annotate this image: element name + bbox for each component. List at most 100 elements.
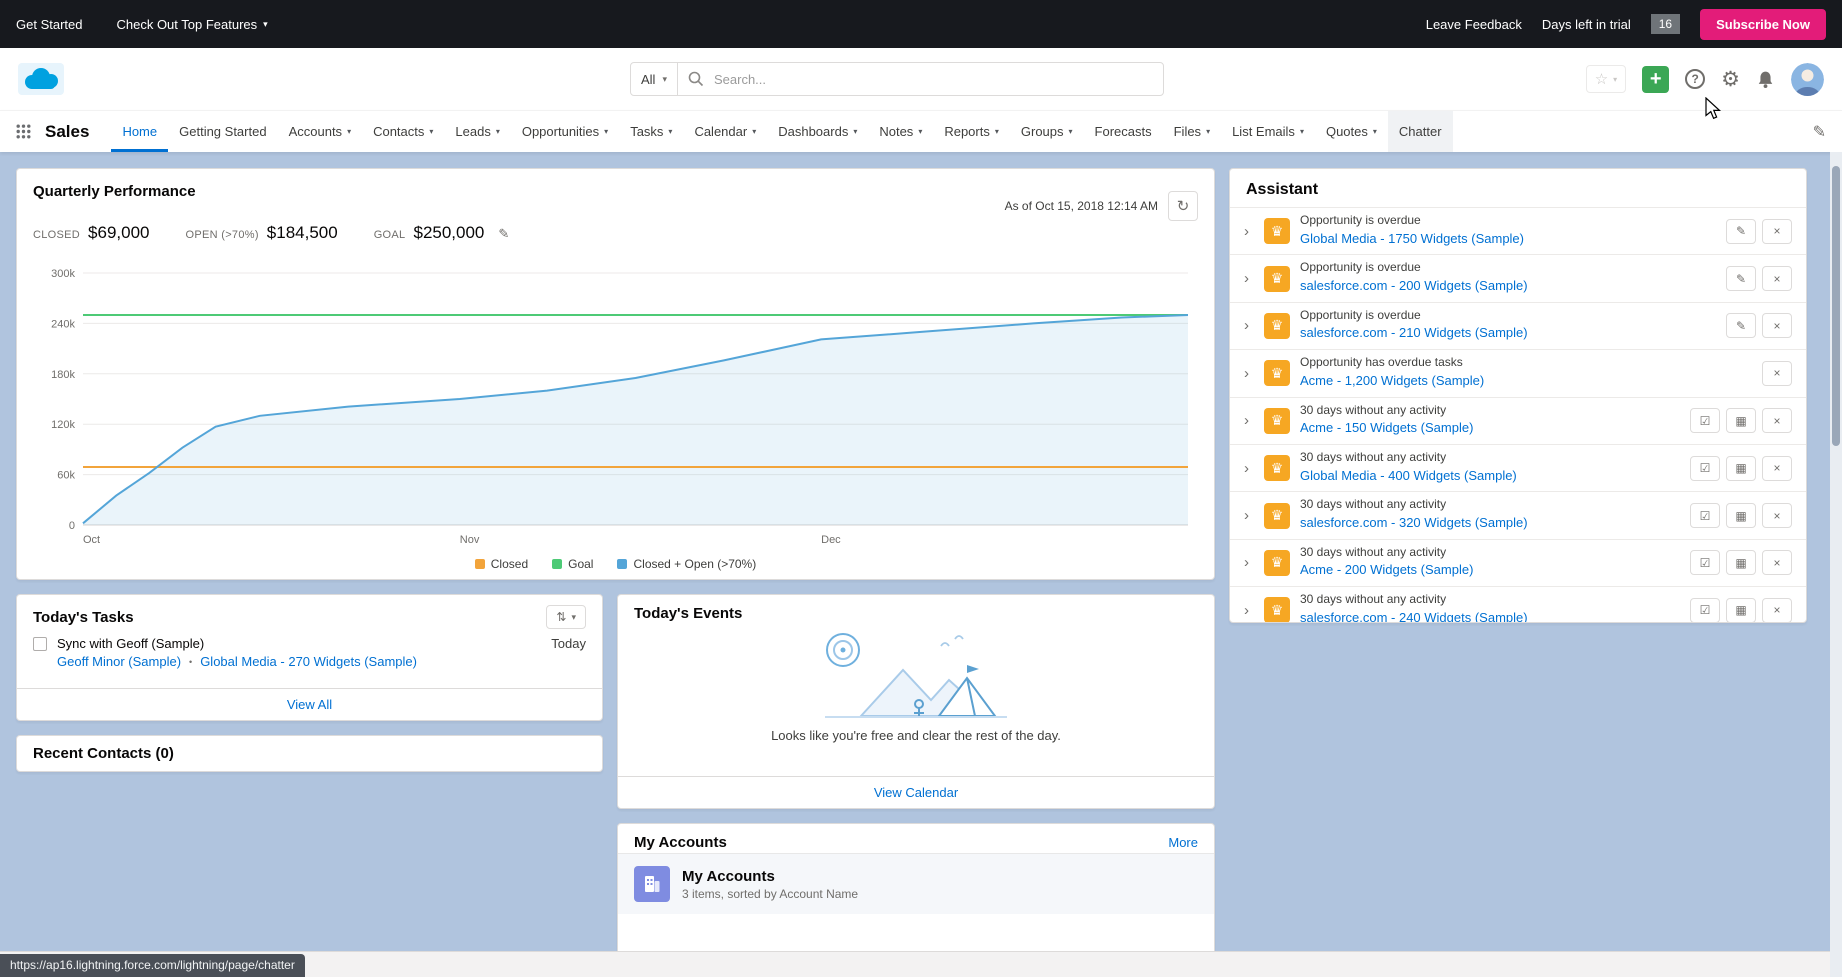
chevron-down-icon[interactable]: ▾ xyxy=(1069,127,1073,136)
edit-goal-icon[interactable]: ✎ xyxy=(498,226,509,242)
chevron-right-icon[interactable]: › xyxy=(1244,318,1254,333)
global-header: All ▾ ☆ ▾ + ? ⚙ xyxy=(0,48,1842,110)
assistant-item-link[interactable]: salesforce.com - 240 Widgets (Sample) xyxy=(1300,610,1528,623)
chevron-down-icon[interactable]: ▾ xyxy=(668,127,672,136)
search-scope-selector[interactable]: All ▾ xyxy=(631,63,678,95)
edit-button[interactable]: ✎ xyxy=(1726,313,1756,338)
new-event-button[interactable]: ▦ xyxy=(1726,503,1756,528)
chevron-down-icon[interactable]: ▾ xyxy=(1206,127,1210,136)
dismiss-button[interactable]: × xyxy=(1762,456,1792,481)
tab-calendar[interactable]: Calendar▾ xyxy=(683,111,767,152)
chevron-down-icon[interactable]: ▾ xyxy=(995,127,999,136)
chevron-right-icon[interactable]: › xyxy=(1244,461,1254,476)
edit-button[interactable]: ✎ xyxy=(1726,266,1756,291)
new-event-button[interactable]: ▦ xyxy=(1726,598,1756,623)
subscribe-now-button[interactable]: Subscribe Now xyxy=(1700,9,1826,40)
scrollbar-thumb[interactable] xyxy=(1832,166,1840,446)
assistant-item-link[interactable]: salesforce.com - 320 Widgets (Sample) xyxy=(1300,515,1528,530)
leave-feedback-link[interactable]: Leave Feedback xyxy=(1426,17,1522,32)
chevron-down-icon[interactable]: ▾ xyxy=(918,127,922,136)
chevron-right-icon[interactable]: › xyxy=(1244,366,1254,381)
chevron-down-icon[interactable]: ▾ xyxy=(853,127,857,136)
tab-contacts[interactable]: Contacts▾ xyxy=(362,111,444,152)
global-actions-button[interactable]: + xyxy=(1642,66,1669,93)
assistant-item-link[interactable]: Acme - 150 Widgets (Sample) xyxy=(1300,420,1473,435)
chevron-down-icon[interactable]: ▾ xyxy=(347,127,351,136)
chevron-down-icon[interactable]: ▾ xyxy=(1373,127,1377,136)
top-features-menu[interactable]: Check Out Top Features ▾ xyxy=(116,17,267,32)
chevron-down-icon[interactable]: ▾ xyxy=(752,127,756,136)
dismiss-button[interactable]: × xyxy=(1762,408,1792,433)
new-event-button[interactable]: ▦ xyxy=(1726,456,1756,481)
chevron-right-icon[interactable]: › xyxy=(1244,271,1254,286)
log-task-button[interactable]: ☑ xyxy=(1690,456,1720,481)
get-started-link[interactable]: Get Started xyxy=(16,17,82,32)
chevron-right-icon[interactable]: › xyxy=(1244,555,1254,570)
task-sort-button[interactable]: ⇅ ▾ xyxy=(546,605,586,629)
dismiss-button[interactable]: × xyxy=(1762,219,1792,244)
task-checkbox[interactable] xyxy=(33,637,47,651)
log-task-button[interactable]: ☑ xyxy=(1690,503,1720,528)
log-task-button[interactable]: ☑ xyxy=(1690,598,1720,623)
tab-leads[interactable]: Leads▾ xyxy=(444,111,510,152)
tab-dashboards[interactable]: Dashboards▾ xyxy=(767,111,868,152)
chevron-right-icon[interactable]: › xyxy=(1244,413,1254,428)
log-task-button[interactable]: ☑ xyxy=(1690,408,1720,433)
global-search[interactable]: All ▾ xyxy=(630,62,1164,96)
app-launcher-button[interactable] xyxy=(14,120,33,143)
help-button[interactable]: ? xyxy=(1685,69,1705,89)
dismiss-button[interactable]: × xyxy=(1762,503,1792,528)
refresh-button[interactable]: ↻ xyxy=(1168,191,1198,221)
dismiss-button[interactable]: × xyxy=(1762,550,1792,575)
tab-reports[interactable]: Reports▾ xyxy=(933,111,1010,152)
setup-gear-button[interactable]: ⚙ xyxy=(1721,69,1740,90)
assistant-item-link[interactable]: salesforce.com - 200 Widgets (Sample) xyxy=(1300,278,1528,293)
chevron-down-icon[interactable]: ▾ xyxy=(429,127,433,136)
view-calendar-link[interactable]: View Calendar xyxy=(874,785,958,800)
assistant-item-link[interactable]: Acme - 200 Widgets (Sample) xyxy=(1300,562,1473,577)
tab-tasks[interactable]: Tasks▾ xyxy=(619,111,683,152)
user-avatar[interactable] xyxy=(1791,63,1824,96)
tab-files[interactable]: Files▾ xyxy=(1163,111,1221,152)
chevron-right-icon[interactable]: › xyxy=(1244,508,1254,523)
tab-chatter[interactable]: Chatter xyxy=(1388,111,1453,152)
tab-getting-started[interactable]: Getting Started xyxy=(168,111,277,152)
tab-notes[interactable]: Notes▾ xyxy=(868,111,933,152)
edit-page-icon[interactable]: ✎ xyxy=(1811,118,1828,146)
new-event-button[interactable]: ▦ xyxy=(1726,550,1756,575)
more-link[interactable]: More xyxy=(1168,835,1198,850)
dismiss-button[interactable]: × xyxy=(1762,598,1792,623)
tab-groups[interactable]: Groups▾ xyxy=(1010,111,1084,152)
search-input[interactable] xyxy=(712,71,1163,88)
tab-accounts[interactable]: Accounts▾ xyxy=(278,111,363,152)
view-all-link[interactable]: View All xyxy=(287,697,332,712)
dismiss-button[interactable]: × xyxy=(1762,313,1792,338)
edit-button[interactable]: ✎ xyxy=(1726,219,1756,244)
task-contact-link[interactable]: Geoff Minor (Sample) xyxy=(57,654,181,669)
dismiss-button[interactable]: × xyxy=(1762,361,1792,386)
chevron-right-icon[interactable]: › xyxy=(1244,224,1254,239)
assistant-item-link[interactable]: Acme - 1,200 Widgets (Sample) xyxy=(1300,373,1484,388)
dismiss-button[interactable]: × xyxy=(1762,266,1792,291)
tab-opportunities[interactable]: Opportunities▾ xyxy=(511,111,619,152)
tab-forecasts[interactable]: Forecasts xyxy=(1084,111,1163,152)
close-icon: × xyxy=(1773,272,1780,286)
favorites-button[interactable]: ☆ ▾ xyxy=(1586,65,1626,93)
assistant-item-link[interactable]: salesforce.com - 210 Widgets (Sample) xyxy=(1300,325,1528,340)
task-title[interactable]: Sync with Geoff (Sample) xyxy=(57,636,204,651)
chevron-down-icon[interactable]: ▾ xyxy=(1300,127,1304,136)
tab-home[interactable]: Home xyxy=(111,111,168,152)
notifications-bell-button[interactable] xyxy=(1756,70,1775,89)
tab-list-emails[interactable]: List Emails▾ xyxy=(1221,111,1315,152)
log-task-button[interactable]: ☑ xyxy=(1690,550,1720,575)
assistant-item-link[interactable]: Global Media - 400 Widgets (Sample) xyxy=(1300,468,1517,483)
task-opportunity-link[interactable]: Global Media - 270 Widgets (Sample) xyxy=(200,654,417,669)
new-event-button[interactable]: ▦ xyxy=(1726,408,1756,433)
assistant-item-link[interactable]: Global Media - 1750 Widgets (Sample) xyxy=(1300,231,1524,246)
chevron-right-icon[interactable]: › xyxy=(1244,603,1254,618)
tab-quotes[interactable]: Quotes▾ xyxy=(1315,111,1388,152)
page-scrollbar[interactable] xyxy=(1830,152,1842,977)
chevron-down-icon[interactable]: ▾ xyxy=(496,127,500,136)
chevron-down-icon[interactable]: ▾ xyxy=(604,127,608,136)
accounts-list-title[interactable]: My Accounts xyxy=(682,868,858,885)
